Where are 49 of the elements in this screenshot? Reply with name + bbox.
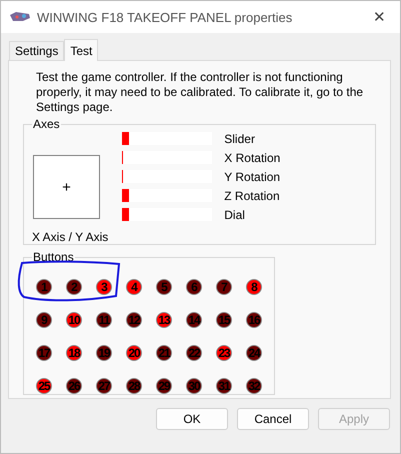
axis-label: Y Rotation <box>224 170 280 184</box>
button-indicator: 21 <box>156 345 172 361</box>
tab[interactable]: Settings <box>9 41 64 60</box>
button-indicator: 12 <box>126 312 142 328</box>
button-indicator: 26 <box>66 378 82 394</box>
dialog-button[interactable]: OK <box>156 408 228 430</box>
button-indicator: 7 <box>216 279 232 295</box>
button-indicator: 19 <box>96 345 112 361</box>
crosshair: + <box>62 178 71 196</box>
button-indicator: 31 <box>216 378 232 394</box>
button-indicator: 28 <box>126 378 142 394</box>
group-title: Axes <box>32 118 61 130</box>
tab[interactable]: Test <box>64 39 98 61</box>
button-indicator: 3 <box>96 279 112 295</box>
button-indicator: 15 <box>216 312 232 328</box>
button-indicator: 13 <box>156 312 172 328</box>
axis-label: X Rotation <box>224 150 280 164</box>
button-indicator: 22 <box>186 345 202 361</box>
button-indicator: 9 <box>36 312 52 328</box>
controller-icon <box>9 11 31 23</box>
axis-label: Z Rotation <box>224 188 280 202</box>
button-indicator: 10 <box>66 312 82 328</box>
button-indicator: 23 <box>216 345 232 361</box>
button-indicator: 20 <box>126 345 142 361</box>
button-indicator: 16 <box>246 312 262 328</box>
button-indicator: 8 <box>246 279 262 295</box>
axis-label: Dial <box>224 208 245 222</box>
button-indicator: 6 <box>186 279 202 295</box>
button-indicator: 30 <box>186 378 202 394</box>
close-button[interactable]: ✕ <box>367 8 392 26</box>
button-indicator: 32 <box>246 378 262 394</box>
dialog-button[interactable]: Cancel <box>237 408 309 430</box>
button-indicator: 17 <box>36 345 52 361</box>
group-title: Buttons <box>32 251 75 263</box>
button-indicator: 25 <box>36 378 52 394</box>
button-indicator: 1 <box>36 279 52 295</box>
window-title: WINWING F18 TAKEOFF PANEL properties <box>37 10 294 24</box>
description-text: Test the game controller. If the controller is not functioning properly, it may need to be calibrated. To calibrate it, go to the Settings page. <box>36 70 364 115</box>
button-indicator: 11 <box>96 312 112 328</box>
button-indicator: 2 <box>66 279 82 295</box>
button-indicator: 27 <box>96 378 112 394</box>
xy-axis-label: X Axis / Y Axis <box>32 230 108 244</box>
button-indicator: 18 <box>66 345 82 361</box>
axis-label: Slider <box>224 132 255 146</box>
button-indicator: 5 <box>156 279 172 295</box>
button-indicator: 24 <box>246 345 262 361</box>
button-indicator: 29 <box>156 378 172 394</box>
button-indicator: 4 <box>126 279 142 295</box>
button-indicator: 14 <box>186 312 202 328</box>
